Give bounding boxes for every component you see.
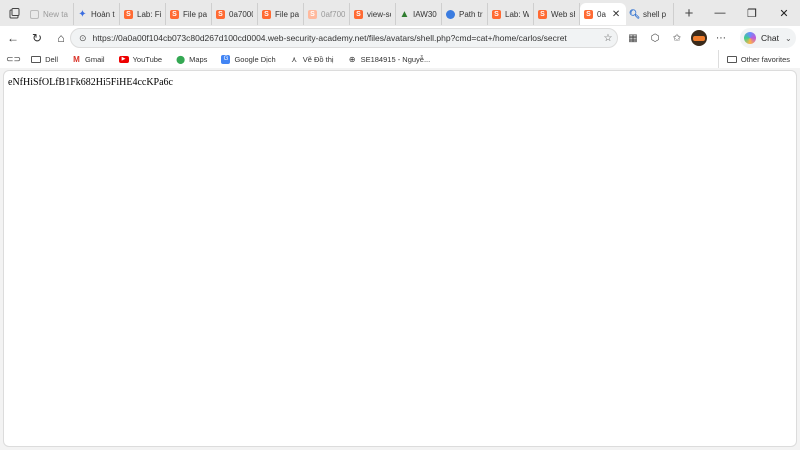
- bookmark-maps[interactable]: ⬤ Maps: [176, 55, 207, 64]
- tab-path-traversal[interactable]: Path tra: [442, 3, 488, 25]
- minimize-icon[interactable]: —: [704, 0, 736, 26]
- tab-label: Lab: We: [505, 9, 529, 19]
- site-info-icon[interactable]: ⊙: [79, 33, 87, 44]
- page-text-content: eNfHiSfOLfB1Fk682Hi5FiHE4ccKPa6c: [8, 77, 173, 88]
- tab-label: IAW301: [413, 9, 437, 19]
- youtube-icon: ▶: [118, 55, 129, 63]
- refresh-icon[interactable]: ↻: [25, 26, 49, 50]
- tab-file-path-2[interactable]: S File pat: [258, 3, 304, 25]
- portswigger-icon: S: [492, 9, 501, 19]
- search-icon: 🔍︎: [628, 8, 641, 19]
- graph-icon: ⋏: [291, 54, 298, 64]
- tab-lab-file[interactable]: S Lab: Fil: [120, 3, 166, 25]
- close-tab-icon[interactable]: ✕: [612, 9, 620, 20]
- globe-icon: ⊕: [348, 54, 356, 64]
- tab-label: New ta: [43, 9, 68, 19]
- translate-icon: G: [221, 54, 231, 64]
- workspaces-icon[interactable]: ⊂⊃: [6, 54, 21, 65]
- profile-avatar[interactable]: [688, 26, 710, 50]
- tab-iaw301[interactable]: ▲ IAW301: [396, 3, 442, 25]
- tab-new-tab[interactable]: New ta: [26, 3, 74, 25]
- copilot-chat-button[interactable]: Chat ⌄: [740, 28, 796, 48]
- tab-shell-search[interactable]: 🔍︎ shell p: [626, 3, 674, 25]
- tab-0a7000[interactable]: S 0a7000: [212, 3, 258, 25]
- tab-web-shell[interactable]: S Web sh: [534, 3, 580, 25]
- bookmark-dell[interactable]: Dell: [31, 55, 58, 64]
- back-arrow-icon[interactable]: ←: [1, 26, 25, 50]
- bookmark-label: Dell: [45, 54, 59, 64]
- tab-actions-icon[interactable]: [2, 1, 26, 25]
- iaw-icon: ▲: [399, 8, 410, 20]
- tab-label: Hoàn th: [91, 9, 115, 19]
- gemini-icon: ✦: [78, 8, 87, 20]
- bookmark-label: Gmail: [85, 54, 105, 64]
- bookmark-label: Maps: [189, 54, 208, 64]
- portswigger-icon: S: [262, 9, 271, 19]
- chat-label: Chat: [761, 33, 779, 43]
- address-bar[interactable]: ⊙ https://0a0a00f104cb073c80d267d100cd00…: [70, 28, 618, 48]
- bookmark-translate[interactable]: G Google Dịch: [221, 54, 276, 64]
- copilot-icon: [744, 32, 756, 44]
- portswigger-icon: S: [538, 9, 547, 19]
- extensions-icon[interactable]: ⬡: [644, 26, 666, 50]
- tab-label: Path tra: [459, 9, 483, 19]
- bookmark-se184915[interactable]: ⊕ SE184915 - Nguyễ...: [348, 55, 431, 64]
- tab-label: shell p: [643, 9, 667, 19]
- folder-icon: [31, 55, 42, 63]
- close-window-icon[interactable]: ✕: [768, 0, 800, 26]
- tab-gemini[interactable]: ✦ Hoàn th: [74, 3, 120, 25]
- tab-0af700[interactable]: S 0af700: [304, 3, 350, 25]
- page-viewport: eNfHiSfOLfB1Fk682Hi5FiHE4ccKPa6c: [3, 70, 797, 447]
- bookmark-label: YouTube: [132, 54, 163, 64]
- bookmark-youtube[interactable]: ▶ YouTube: [118, 54, 163, 64]
- portswigger-icon: S: [124, 9, 133, 19]
- navigation-toolbar: ← ↻ ⌂ ⊙ https://0a0a00f104cb073c80d267d1…: [0, 26, 800, 50]
- new-tab-button[interactable]: +: [678, 2, 700, 24]
- tab-active-shell[interactable]: S 0a ✕: [580, 3, 626, 25]
- tab-view-source[interactable]: S view-so: [350, 3, 396, 25]
- tab-lab-web[interactable]: S Lab: We: [488, 3, 534, 25]
- other-favorites-label: Other favorites: [740, 54, 790, 64]
- tab-label: Web sh: [551, 9, 575, 19]
- window-controls: — ❐ ✕: [704, 0, 800, 26]
- favorites-icon[interactable]: ✩: [666, 26, 688, 50]
- portswigger-icon: S: [170, 9, 179, 19]
- tab-strip: New ta ✦ Hoàn th S Lab: Fil S File pat S…: [0, 0, 800, 26]
- chrome-icon: [446, 9, 455, 19]
- tab-label: File pat: [275, 9, 299, 19]
- other-favorites[interactable]: Other favorites: [717, 50, 790, 68]
- tab-label: File pat: [183, 9, 207, 19]
- bookmark-gmail[interactable]: M Gmail: [72, 54, 105, 64]
- bookmark-label: SE184915 - Nguyễ...: [360, 54, 431, 64]
- restore-icon[interactable]: ❐: [736, 0, 768, 26]
- blank-page-icon: [30, 9, 39, 19]
- portswigger-icon: S: [584, 9, 593, 19]
- favorite-star-icon[interactable]: ☆: [599, 33, 617, 44]
- tab-label: 0af700: [321, 9, 345, 19]
- portswigger-icon: S: [308, 9, 317, 19]
- bookmark-label: Google Dịch: [234, 54, 276, 64]
- portswigger-icon: S: [216, 9, 225, 19]
- portswigger-icon: S: [354, 9, 363, 19]
- bookmarks-bar: ⊂⊃ Dell M Gmail ▶ YouTube ⬤ Maps G Googl…: [0, 50, 800, 68]
- tab-label: 0a: [597, 9, 606, 19]
- maps-icon: ⬤: [176, 54, 186, 64]
- toolbar-icons: ▦ ⬡ ✩ ⋯: [622, 26, 732, 50]
- tab-label: 0a7000: [229, 9, 253, 19]
- tab-file-path-1[interactable]: S File pat: [166, 3, 212, 25]
- bookmark-label: Vẽ Đồ thị: [302, 54, 334, 64]
- qr-code-icon[interactable]: ▦: [622, 26, 644, 50]
- folder-icon: [726, 55, 737, 63]
- gmail-icon: M: [73, 54, 80, 64]
- more-options-icon[interactable]: ⋯: [710, 26, 732, 50]
- bookmark-graph[interactable]: ⋏ Vẽ Đồ thị: [290, 54, 334, 64]
- url-text[interactable]: https://0a0a00f104cb073c80d267d100cd0004…: [93, 33, 599, 43]
- tab-label: Lab: Fil: [137, 9, 161, 19]
- chevron-down-icon: ⌄: [784, 33, 792, 43]
- tab-label: view-so: [367, 9, 391, 19]
